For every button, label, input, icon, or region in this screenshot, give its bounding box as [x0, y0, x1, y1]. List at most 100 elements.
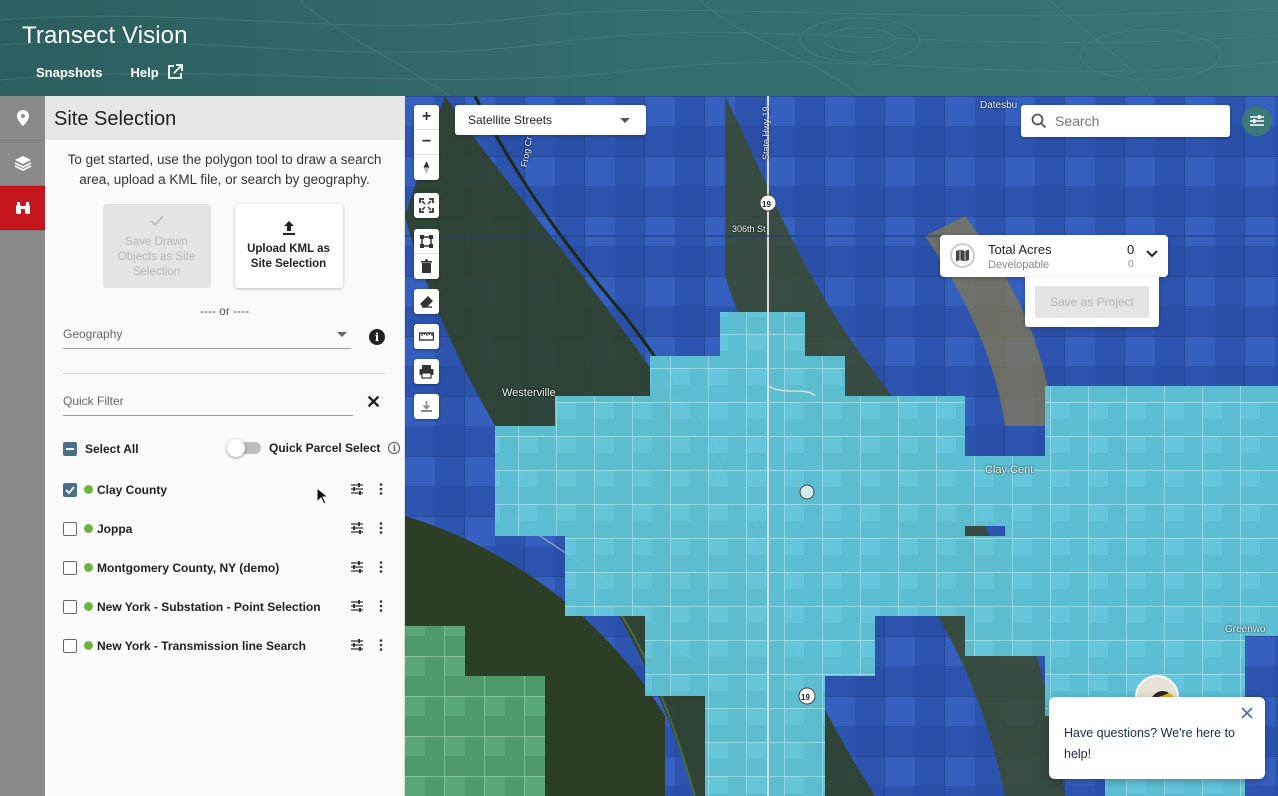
- map-filter-button[interactable]: [1242, 106, 1272, 136]
- zoom-out-button[interactable]: −: [414, 130, 439, 155]
- quick-parcel-select: Quick Parcel Select i: [227, 439, 401, 457]
- top-nav: Snapshots Help: [36, 64, 183, 80]
- filter-sliders-icon: [1250, 115, 1264, 126]
- more-vertical-icon[interactable]: [374, 638, 388, 652]
- action-buttons: Save Drawn Objects as Site Selection Upl…: [41, 204, 404, 288]
- eraser-control: [414, 289, 439, 314]
- select-all-checkbox[interactable]: [63, 442, 77, 456]
- acres-title: Total Acres: [988, 242, 1052, 257]
- zoom-in-button[interactable]: +: [414, 105, 439, 130]
- delete-button[interactable]: [414, 254, 439, 279]
- save-as-project-button[interactable]: Save as Project: [1035, 286, 1149, 318]
- fullscreen-button[interactable]: [414, 193, 439, 218]
- sliders-icon[interactable]: [350, 638, 364, 652]
- item-checkbox[interactable]: [63, 482, 77, 497]
- eraser-button[interactable]: [414, 289, 439, 314]
- item-checkbox[interactable]: [63, 521, 77, 536]
- select-all[interactable]: Select All: [63, 442, 139, 456]
- more-vertical-icon[interactable]: [374, 482, 388, 496]
- site-list: Clay County Joppa Montgomery County, NY: [63, 470, 388, 665]
- map-label-datesburg: Datesbu: [980, 100, 1018, 111]
- rail-locations-button[interactable]: [0, 96, 45, 141]
- print-button[interactable]: [414, 359, 439, 384]
- row-tools: [350, 521, 388, 535]
- map-label-westerville: Westerville: [502, 387, 556, 399]
- item-checkbox[interactable]: [63, 599, 77, 614]
- trash-icon: [421, 259, 432, 273]
- quick-filter-input[interactable]: Quick Filter: [63, 394, 353, 416]
- list-item[interactable]: Clay County: [63, 470, 388, 509]
- svg-text:19: 19: [762, 200, 771, 209]
- polygon-icon: [420, 234, 433, 248]
- intro-text: To get started, use the polygon tool to …: [67, 152, 382, 187]
- status-dot: [84, 485, 93, 494]
- list-item[interactable]: New York - Substation - Point Selection: [63, 587, 388, 626]
- chevron-down-icon: [337, 332, 347, 337]
- more-vertical-icon[interactable]: [374, 521, 388, 535]
- basemap-select[interactable]: Satellite Streets: [455, 105, 646, 135]
- map-label-greenwood: Greenwo: [1225, 624, 1266, 635]
- quick-parcel-toggle[interactable]: [227, 439, 261, 457]
- status-dot: [84, 524, 93, 533]
- nav-snapshots[interactable]: Snapshots: [36, 64, 102, 80]
- measure-button[interactable]: [414, 324, 439, 349]
- rail-layers-button[interactable]: [0, 141, 45, 186]
- layers-icon: [14, 156, 31, 171]
- list-item[interactable]: Joppa: [63, 509, 388, 548]
- list-item[interactable]: Montgomery County, NY (demo): [63, 548, 388, 587]
- checkmark-icon: [149, 214, 164, 226]
- download-icon: [421, 401, 432, 412]
- map-view[interactable]: 19 19 Westerville Clay Cent 306th St Dat…: [405, 96, 1278, 796]
- map-label-road: 306th St: [732, 224, 766, 234]
- row-tools: [350, 560, 388, 574]
- map-search[interactable]: [1021, 105, 1230, 137]
- compass-button[interactable]: [414, 155, 439, 180]
- close-icon[interactable]: [1240, 706, 1254, 720]
- map-pin-icon: [16, 110, 29, 126]
- left-rail: [0, 96, 45, 796]
- chevron-down-icon: [620, 118, 630, 123]
- eraser-icon: [420, 296, 433, 308]
- acres-developable-value: 0: [1128, 259, 1134, 270]
- chevron-down-icon[interactable]: [1146, 249, 1158, 259]
- nav-help-label: Help: [130, 64, 159, 80]
- app-root: Transect Vision Snapshots Help Site Sele…: [0, 0, 1278, 796]
- sliders-icon[interactable]: [350, 482, 364, 496]
- more-vertical-icon[interactable]: [374, 560, 388, 574]
- geography-select[interactable]: Geography: [63, 327, 351, 349]
- folded-map-icon: [956, 249, 969, 262]
- search-input[interactable]: [1055, 113, 1215, 129]
- item-checkbox[interactable]: [63, 560, 77, 575]
- divider: [63, 373, 386, 374]
- sliders-icon[interactable]: [350, 560, 364, 574]
- row-tools: [350, 599, 388, 613]
- compass-icon: [423, 161, 430, 174]
- item-label: Joppa: [97, 521, 133, 536]
- sliders-icon[interactable]: [350, 599, 364, 613]
- sliders-icon[interactable]: [350, 521, 364, 535]
- panel-title: Site Selection: [45, 96, 404, 140]
- row-tools: [350, 482, 388, 496]
- topo-background: [0, 0, 1278, 96]
- polygon-tool-button[interactable]: [414, 229, 439, 254]
- more-vertical-icon[interactable]: [374, 599, 388, 613]
- quick-parcel-label: Quick Parcel Select: [269, 441, 381, 455]
- measure-control: [414, 324, 439, 349]
- item-checkbox[interactable]: [63, 638, 77, 653]
- download-button[interactable]: [414, 394, 439, 419]
- upload-kml-button[interactable]: Upload KML as Site Selection: [234, 204, 343, 288]
- clear-filter-icon[interactable]: ✕: [366, 392, 381, 413]
- rail-site-selection-button[interactable]: [0, 186, 45, 231]
- save-drawn-objects-button[interactable]: Save Drawn Objects as Site Selection: [102, 204, 211, 288]
- select-all-label: Select All: [85, 442, 139, 456]
- mouse-cursor-icon: [316, 487, 328, 505]
- fullscreen-control: [414, 193, 439, 218]
- list-item[interactable]: New York - Transmission line Search: [63, 626, 388, 665]
- chat-widget[interactable]: Have questions? We're here to help!: [1049, 697, 1265, 779]
- ruler-icon: [419, 332, 434, 341]
- info-icon[interactable]: i: [388, 442, 401, 454]
- app-title: Transect Vision: [22, 22, 188, 49]
- print-control: [414, 359, 439, 384]
- nav-help[interactable]: Help: [130, 64, 183, 80]
- info-icon[interactable]: i: [369, 329, 385, 345]
